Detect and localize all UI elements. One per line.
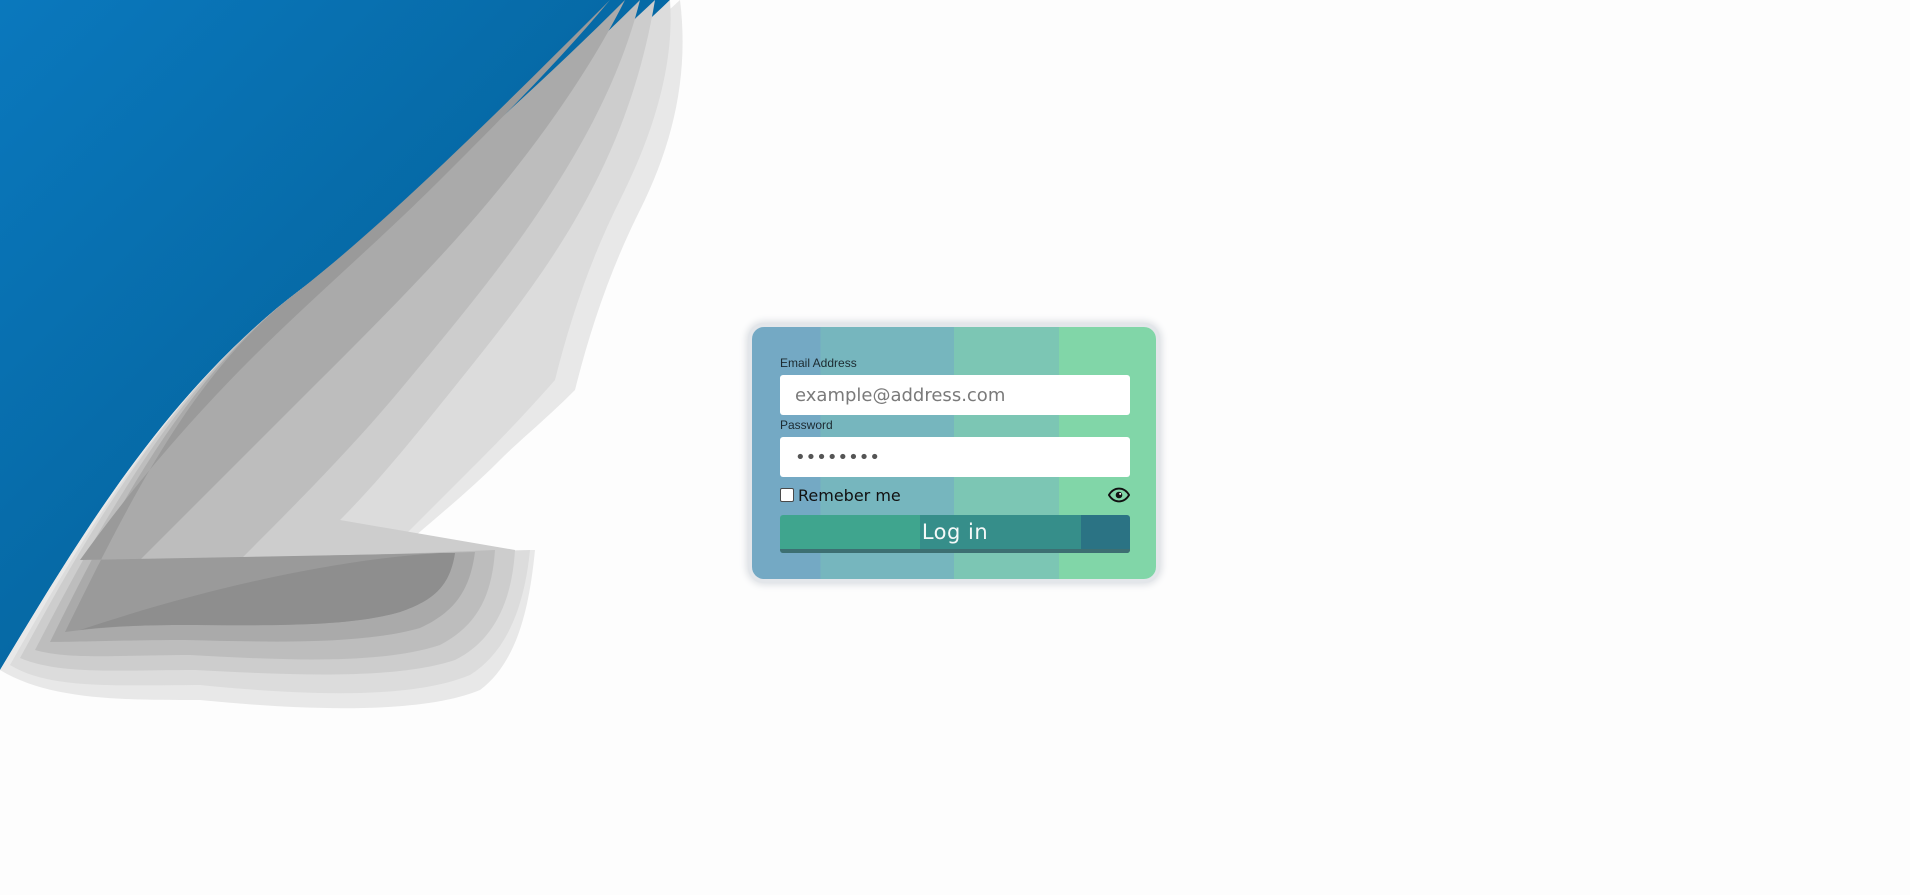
email-field-container	[780, 375, 1130, 415]
email-label: Email Address	[780, 356, 857, 370]
remember-me-group: Remeber me	[780, 486, 901, 505]
login-card: Email Address Password Remeber me Log in	[752, 327, 1156, 579]
password-field-container	[780, 437, 1130, 477]
login-button[interactable]: Log in	[780, 515, 1130, 553]
login-button-label: Log in	[921, 520, 989, 544]
page-curl-decoration	[0, 0, 683, 709]
eye-icon[interactable]	[1108, 487, 1130, 503]
password-field[interactable]	[780, 437, 1130, 477]
remember-me-label: Remeber me	[798, 485, 901, 505]
email-field[interactable]	[780, 375, 1130, 415]
password-label: Password	[780, 418, 833, 432]
remember-row: Remeber me	[780, 483, 1130, 507]
login-page: Email Address Password Remeber me Log in	[0, 0, 1910, 895]
remember-me-checkbox[interactable]	[780, 488, 794, 502]
